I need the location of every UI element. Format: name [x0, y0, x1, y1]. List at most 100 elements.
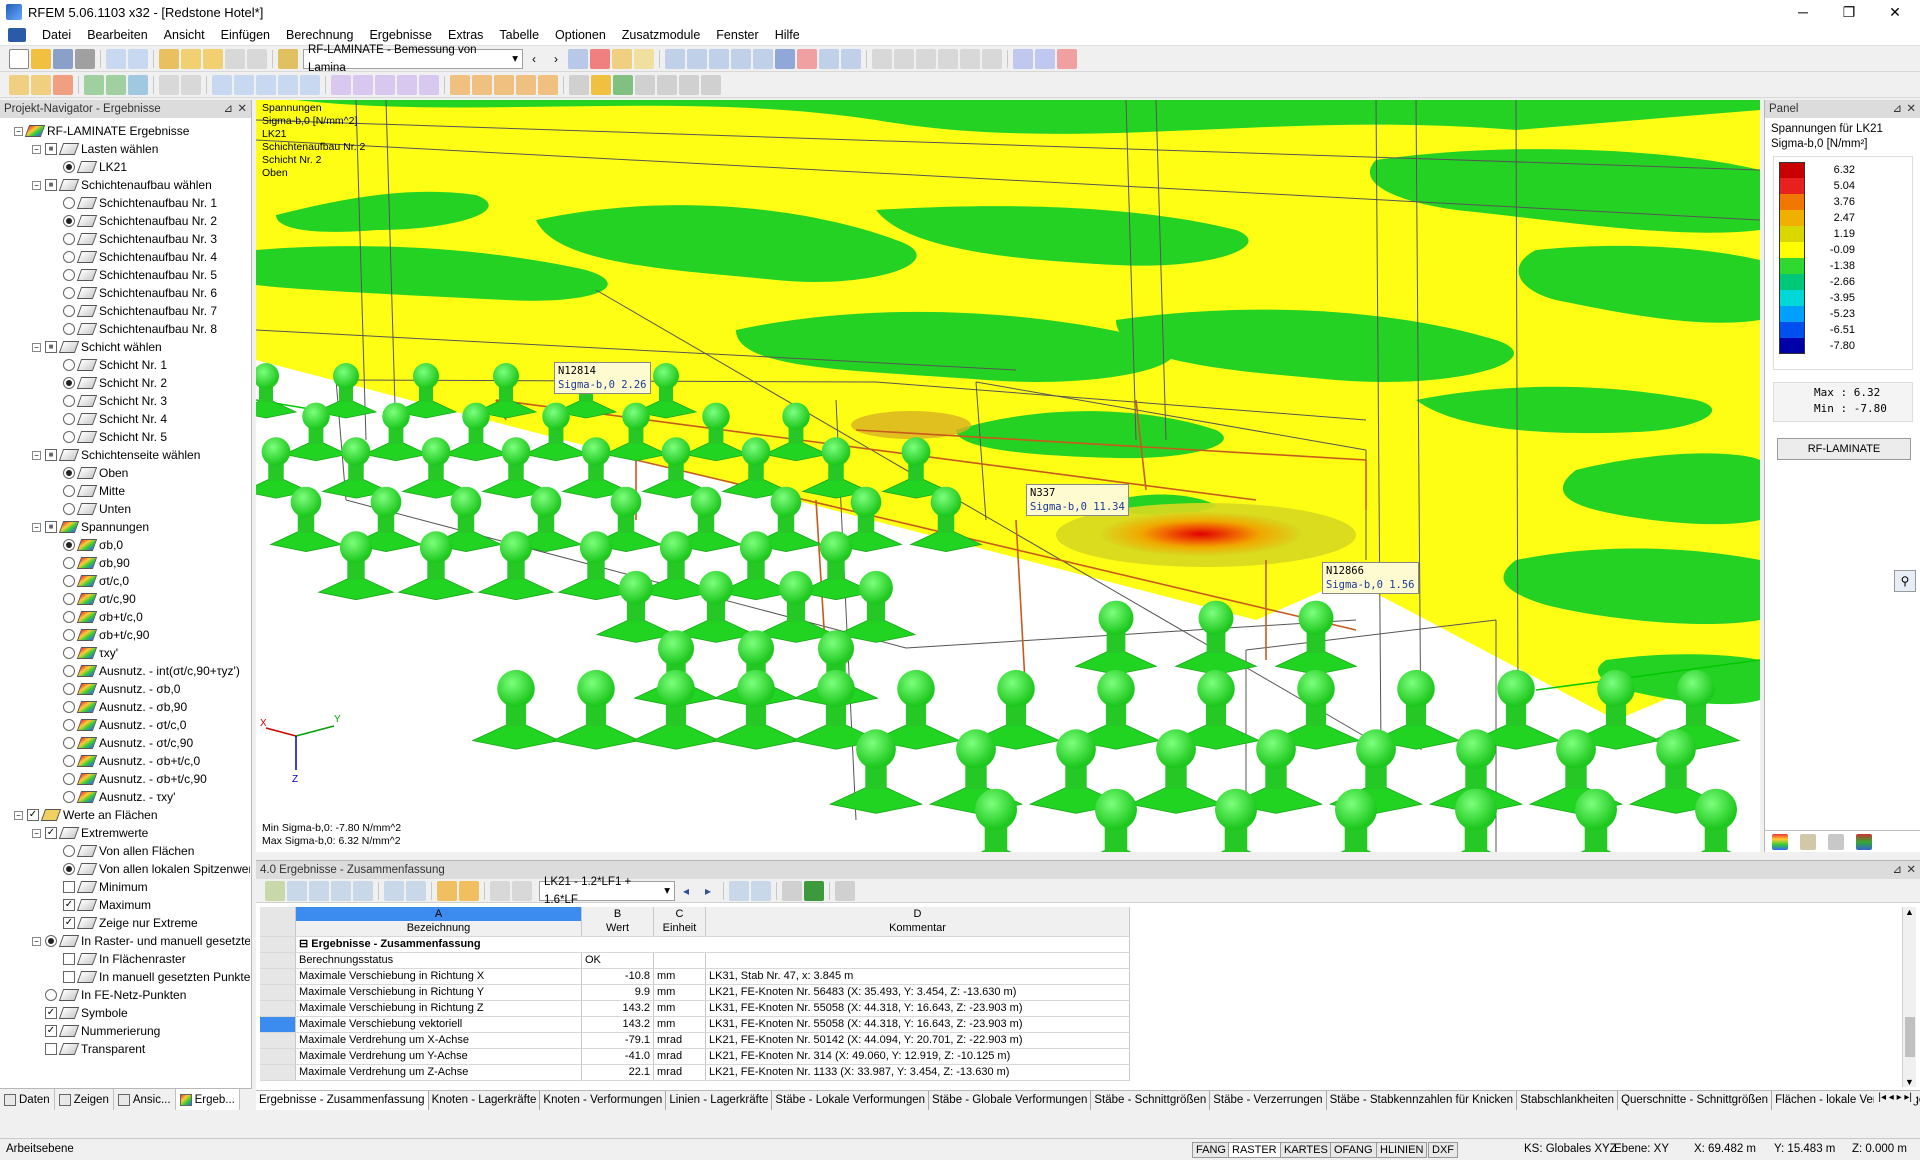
rotate-icon[interactable] [938, 48, 958, 69]
filter-icon[interactable] [569, 74, 589, 95]
load-case-combo[interactable]: LK21 - 1.2*LF1 + 1.6*LF ▾ [539, 876, 675, 906]
measure-icon[interactable] [159, 74, 179, 95]
zoom-icon[interactable] [181, 48, 201, 69]
table-row[interactable]: Maximale Verdrehung um Z-Achse 22.1 mrad LK… [260, 1065, 1900, 1081]
menu-bearbeiten[interactable]: Bearbeiten [79, 24, 155, 46]
results-values-icon[interactable] [657, 74, 677, 95]
pin-icon[interactable]: ⊿ [1892, 100, 1902, 118]
tree-item[interactable]: Schicht Nr. 1 [50, 356, 167, 374]
collapse-icon[interactable]: − [32, 180, 41, 190]
checkbox[interactable]: ✓ [63, 917, 75, 929]
menu-datei[interactable]: Datei [34, 24, 79, 46]
menu-zusatzmodule[interactable]: Zusatzmodule [614, 24, 709, 46]
vertical-scrollbar[interactable]: ▲ ▼ [1902, 907, 1916, 1087]
excel-icon[interactable] [804, 880, 824, 901]
new-icon[interactable] [9, 48, 29, 69]
tree-item[interactable]: σb+t/c,0 [50, 608, 143, 626]
close-icon[interactable]: ✕ [1906, 100, 1916, 118]
radio-button[interactable] [63, 845, 75, 857]
tree-item[interactable]: Von allen Flächen [50, 842, 194, 860]
legend-row[interactable]: -3.95 [1779, 290, 1855, 306]
legend-row[interactable]: -6.51 [1779, 322, 1855, 338]
table-view-icon[interactable] [247, 48, 267, 69]
results-tab[interactable]: Ergebnisse - Zusammenfassung [256, 1091, 429, 1110]
radio-button[interactable] [63, 467, 75, 479]
table-export-icon[interactable] [265, 880, 285, 901]
isolines-icon[interactable] [516, 74, 536, 95]
select-icon[interactable] [384, 880, 404, 901]
radio-button[interactable] [63, 683, 75, 695]
render-icon[interactable] [731, 48, 751, 69]
hinge-icon[interactable] [106, 74, 126, 95]
display-icon[interactable] [775, 48, 795, 69]
scroll-down-icon[interactable]: ▼ [1905, 1077, 1914, 1087]
table-row[interactable]: Maximale Verschiebung in Richtung Z 143.2… [260, 1001, 1900, 1017]
checkbox[interactable] [63, 953, 75, 965]
tree-item[interactable]: − ■ Schichtenaufbau wählen [32, 176, 212, 194]
collapse-icon[interactable]: − [14, 126, 23, 136]
table-icon[interactable] [225, 48, 245, 69]
tree-item[interactable]: − In Raster- und manuell gesetzte [32, 932, 250, 950]
tree-item[interactable]: − ■ Schicht wählen [32, 338, 162, 356]
radio-button[interactable] [63, 377, 75, 389]
tree-item[interactable]: In Flächenraster [50, 950, 186, 968]
redo-icon[interactable] [128, 48, 148, 69]
results-tab[interactable]: Stabschlankheiten [1517, 1091, 1619, 1110]
relation-icon[interactable] [729, 880, 749, 901]
snap-icon[interactable] [31, 74, 51, 95]
tree-item[interactable]: Ausnutz. - σt/c,90 [50, 734, 193, 752]
radio-button[interactable] [63, 215, 75, 227]
tree-item[interactable]: σt/c,0 [50, 572, 129, 590]
node-value-label[interactable]: N12814 Sigma-b,0 2.26 [554, 362, 651, 394]
search-icon[interactable] [203, 48, 223, 69]
pin-icon[interactable]: ⊿ [223, 100, 233, 118]
radio-button[interactable] [63, 503, 75, 515]
tree-item[interactable]: Ausnutz. - σt/c,0 [50, 716, 186, 734]
edit-table-icon[interactable] [512, 880, 532, 901]
axis-icon[interactable] [53, 74, 73, 95]
tree-item[interactable]: Schichtenaufbau Nr. 1 [50, 194, 217, 212]
scale-icon[interactable] [494, 74, 514, 95]
iso-view-icon[interactable] [331, 74, 351, 95]
cube-icon[interactable] [278, 74, 298, 95]
view-icon[interactable] [665, 48, 685, 69]
radio-button[interactable] [63, 359, 75, 371]
legend-row[interactable]: -5.23 [1779, 306, 1855, 322]
tree-item[interactable]: ✓ Zeige nur Extreme [50, 914, 198, 932]
release-icon[interactable] [128, 74, 148, 95]
deformation-icon[interactable] [450, 74, 470, 95]
tree-item[interactable]: Schichtenaufbau Nr. 8 [50, 320, 217, 338]
legend-row[interactable]: 1.19 [1779, 226, 1855, 242]
export-icon[interactable] [1013, 48, 1033, 69]
restore-button[interactable]: ❐ [1826, 0, 1872, 24]
sort-up-icon[interactable] [287, 880, 307, 901]
tree-item[interactable]: Von allen lokalen Spitzenwer [50, 860, 250, 878]
values-icon[interactable] [612, 48, 632, 69]
close-icon[interactable]: ✕ [237, 100, 247, 118]
radio-button[interactable] [63, 575, 75, 587]
tree-item[interactable]: Schichtenaufbau Nr. 6 [50, 284, 217, 302]
tree-item[interactable]: Schichtenaufbau Nr. 4 [50, 248, 217, 266]
dxf-button[interactable]: DXF [1428, 1142, 1458, 1158]
show-all-icon[interactable] [459, 880, 479, 901]
tree-item[interactable]: Schicht Nr. 4 [50, 410, 167, 428]
scroll-thumb[interactable] [1905, 1017, 1915, 1057]
tree-item[interactable]: In manuell gesetzten Punkte [50, 968, 250, 986]
print-graphic-icon[interactable] [701, 74, 721, 95]
results-tab[interactable]: Querschnitte - Schnittgrößen [1618, 1091, 1773, 1110]
tree-item[interactable]: Ausnutz. - σb+t/c,90 [50, 770, 207, 788]
checkbox[interactable]: ✓ [27, 809, 39, 821]
radio-button[interactable] [63, 611, 75, 623]
radio-button[interactable] [63, 701, 75, 713]
pin-icon[interactable]: ⊿ [1892, 861, 1902, 879]
factors-icon[interactable] [1800, 833, 1816, 850]
radio-button[interactable] [63, 161, 75, 173]
legend-icon[interactable] [1856, 833, 1872, 850]
table-row[interactable]: Maximale Verdrehung um X-Achse -79.1 mrad L… [260, 1033, 1900, 1049]
results-tab[interactable]: Stäbe - Schnittgrößen [1091, 1091, 1211, 1110]
view-select-icon[interactable] [751, 880, 771, 901]
surface-icon[interactable] [841, 48, 861, 69]
model-icon[interactable] [687, 48, 707, 69]
tree-item[interactable]: σb,90 [50, 554, 130, 572]
results-tab[interactable]: Stäbe - Globale Verformungen [929, 1091, 1092, 1110]
